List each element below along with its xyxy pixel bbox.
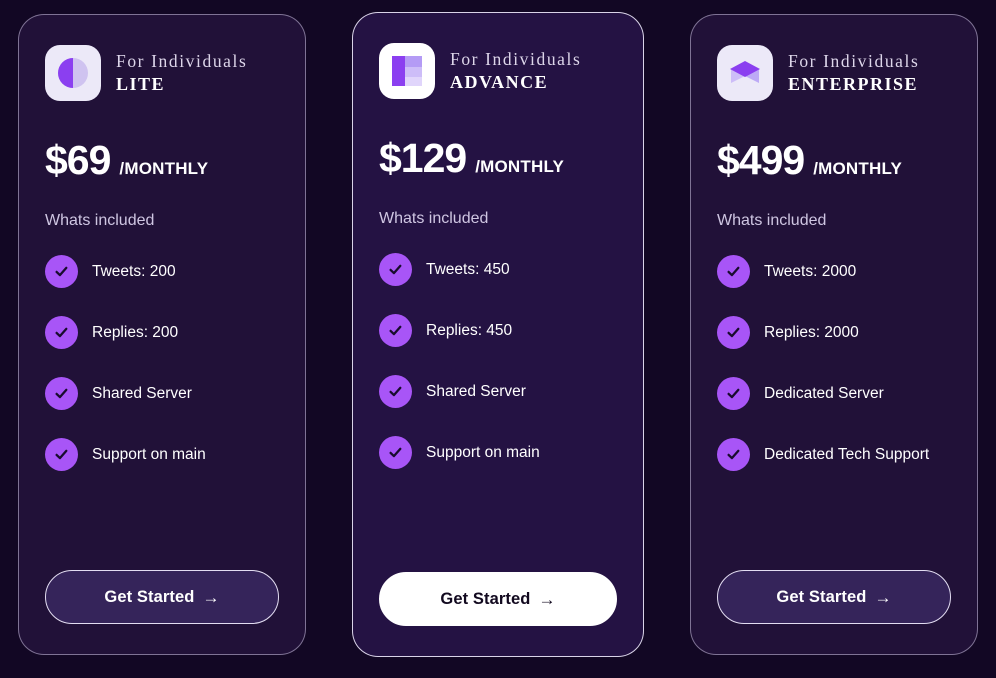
plan-titles: For Individuals ADVANCE: [450, 49, 581, 93]
get-started-button[interactable]: Get Started →: [717, 570, 951, 624]
feature-item: Support on main: [379, 436, 617, 469]
check-circle-icon: [717, 255, 750, 288]
get-started-button[interactable]: Get Started →: [379, 572, 617, 626]
feature-text: Replies: 450: [426, 321, 513, 339]
feature-item: Shared Server: [379, 375, 617, 408]
arrow-right-icon: →: [538, 589, 556, 609]
price-period: /MONTHLY: [119, 159, 209, 178]
split-square-icon: [379, 43, 435, 99]
plan-audience: For Individuals: [788, 51, 920, 71]
feature-text: Tweets: 450: [426, 260, 510, 278]
check-circle-icon: [45, 438, 78, 471]
check-circle-icon: [45, 377, 78, 410]
price-amount: $129: [379, 135, 467, 181]
feature-list: Tweets: 450 Replies: 450 Shared Server S…: [379, 253, 617, 469]
plan-titles: For Individuals LITE: [116, 51, 247, 95]
feature-item: Tweets: 2000: [717, 255, 951, 288]
check-circle-icon: [379, 314, 412, 347]
feature-text: Replies: 2000: [764, 323, 859, 341]
plan-name: ADVANCE: [450, 72, 549, 92]
price-period: /MONTHLY: [813, 159, 903, 178]
check-circle-icon: [379, 436, 412, 469]
feature-item: Support on main: [45, 438, 279, 471]
feature-text: Tweets: 2000: [764, 262, 857, 280]
feature-item: Replies: 450: [379, 314, 617, 347]
feature-text: Shared Server: [426, 382, 526, 400]
card-header: For Individuals LITE: [45, 45, 279, 101]
included-label: Whats included: [379, 210, 489, 227]
plan-audience: For Individuals: [116, 51, 248, 71]
check-circle-icon: [45, 255, 78, 288]
check-circle-icon: [379, 375, 412, 408]
pricing-card-advance: For Individuals ADVANCE $129 /MONTHLY Wh…: [352, 12, 644, 657]
included-label: Whats included: [717, 212, 827, 229]
feature-text: Replies: 200: [92, 323, 179, 341]
cta-wrap: Get Started →: [717, 570, 951, 654]
feature-text: Dedicated Server: [764, 384, 884, 402]
check-circle-icon: [717, 438, 750, 471]
get-started-button[interactable]: Get Started →: [45, 570, 279, 624]
price-row: $69 /MONTHLY: [45, 137, 279, 184]
feature-item: Dedicated Server: [717, 377, 951, 410]
arrow-right-icon: →: [202, 587, 220, 607]
feature-item: Dedicated Tech Support: [717, 438, 951, 471]
price-amount: $499: [717, 137, 805, 183]
feature-text: Dedicated Tech Support: [764, 445, 930, 463]
feature-item: Tweets: 200: [45, 255, 279, 288]
price-row: $499 /MONTHLY: [717, 137, 951, 184]
card-header: For Individuals ADVANCE: [379, 43, 617, 99]
feature-text: Support on main: [426, 443, 540, 461]
feature-item: Shared Server: [45, 377, 279, 410]
plan-audience: For Individuals: [450, 49, 582, 69]
half-circle-icon: [45, 45, 101, 101]
plan-name: ENTERPRISE: [788, 74, 919, 94]
cta-wrap: Get Started →: [45, 570, 279, 654]
feature-text: Tweets: 200: [92, 262, 176, 280]
check-circle-icon: [717, 316, 750, 349]
price-amount: $69: [45, 137, 111, 183]
feature-item: Tweets: 450: [379, 253, 617, 286]
feature-list: Tweets: 200 Replies: 200 Shared Server S…: [45, 255, 279, 471]
isometric-cube-icon: [717, 45, 773, 101]
check-circle-icon: [717, 377, 750, 410]
pricing-card-lite: For Individuals LITE $69 /MONTHLY Whats …: [18, 14, 306, 655]
check-circle-icon: [379, 253, 412, 286]
plan-titles: For Individuals ENTERPRISE: [788, 51, 919, 95]
arrow-right-icon: →: [874, 587, 892, 607]
plan-name: LITE: [116, 74, 166, 94]
card-header: For Individuals ENTERPRISE: [717, 45, 951, 101]
pricing-card-enterprise: For Individuals ENTERPRISE $499 /MONTHLY…: [690, 14, 978, 655]
feature-list: Tweets: 2000 Replies: 2000 Dedicated Ser…: [717, 255, 951, 471]
included-label: Whats included: [45, 212, 155, 229]
check-circle-icon: [45, 316, 78, 349]
feature-text: Support on main: [92, 445, 206, 463]
price-period: /MONTHLY: [475, 157, 565, 176]
price-row: $129 /MONTHLY: [379, 135, 617, 182]
cta-label: Get Started: [440, 589, 531, 608]
feature-item: Replies: 2000: [717, 316, 951, 349]
pricing-grid: For Individuals LITE $69 /MONTHLY Whats …: [0, 0, 996, 678]
cta-wrap: Get Started →: [379, 572, 617, 656]
feature-item: Replies: 200: [45, 316, 279, 349]
cta-label: Get Started: [776, 587, 867, 606]
feature-text: Shared Server: [92, 384, 192, 402]
cta-label: Get Started: [104, 587, 195, 606]
